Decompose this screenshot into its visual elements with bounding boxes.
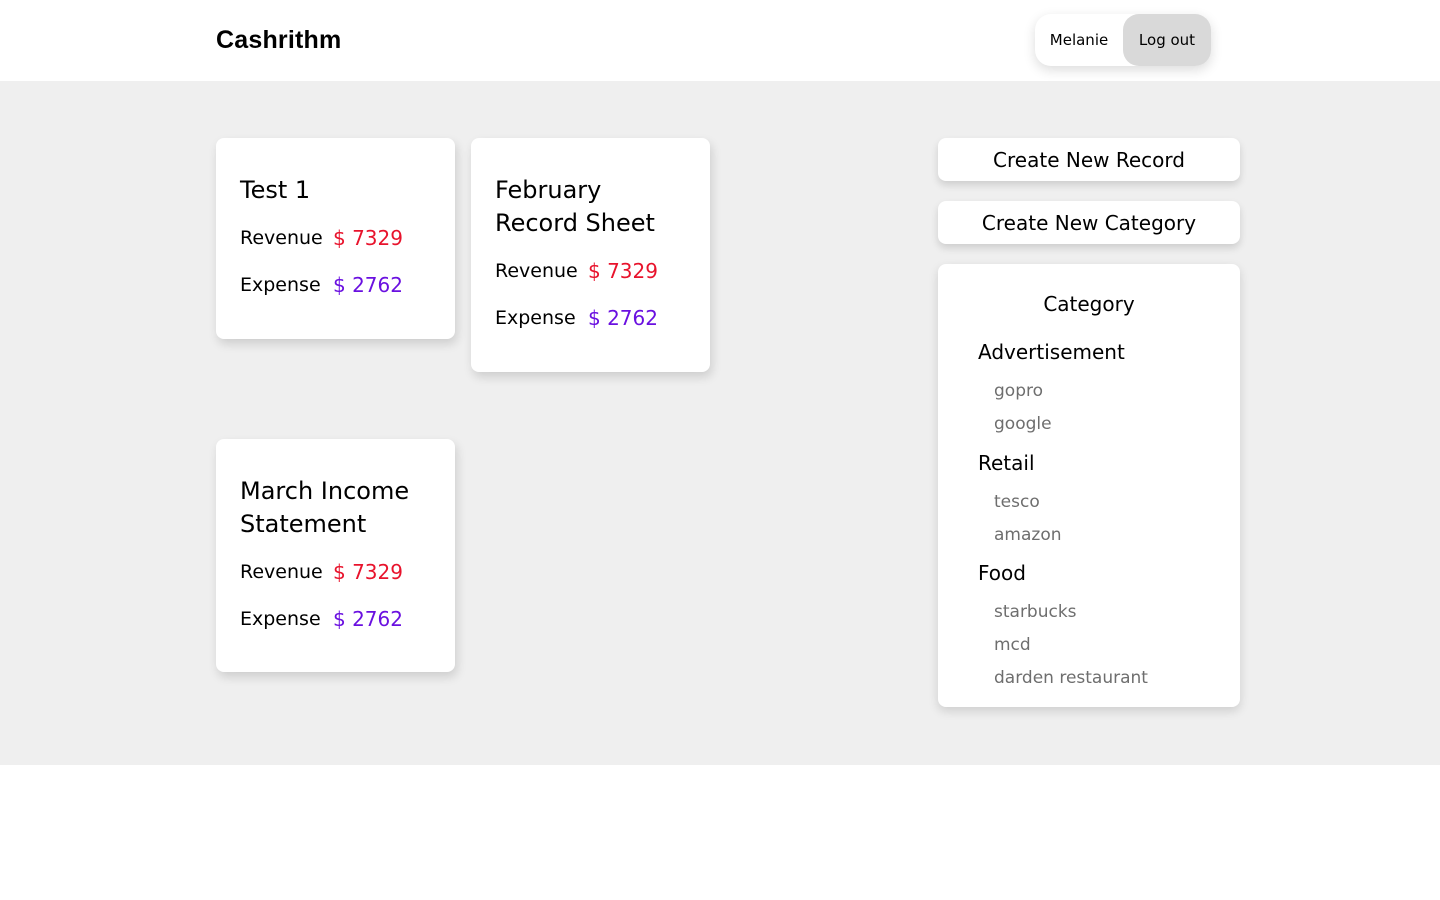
- expense-value: $ 2762: [333, 273, 403, 297]
- record-card[interactable]: March Income Statement Revenue $ 7329 Ex…: [216, 439, 455, 672]
- record-card[interactable]: February Record Sheet Revenue $ 7329 Exp…: [471, 138, 710, 372]
- expense-row: Expense $ 2762: [240, 270, 431, 300]
- revenue-value: $ 7329: [333, 226, 403, 250]
- app-logo[interactable]: Cashrithm: [216, 26, 341, 55]
- record-title: February Record Sheet: [495, 176, 655, 237]
- category-heading: Category: [1043, 292, 1135, 316]
- revenue-label: Revenue: [495, 260, 578, 282]
- record-title: March Income Statement: [240, 477, 410, 538]
- expense-value: $ 2762: [588, 306, 658, 330]
- category-item[interactable]: starbucks: [994, 602, 1077, 622]
- category-group-food[interactable]: Food: [978, 561, 1026, 585]
- category-panel: Category Advertisement gopro google Reta…: [938, 264, 1240, 707]
- expense-label: Expense: [240, 274, 321, 296]
- expense-label: Expense: [240, 608, 321, 630]
- create-category-button[interactable]: Create New Category: [938, 201, 1240, 244]
- category-group-advertisement[interactable]: Advertisement: [978, 340, 1125, 364]
- main-content: Test 1 Revenue $ 7329 Expense $ 2762 Feb…: [0, 81, 1440, 765]
- user-name[interactable]: Melanie: [1035, 14, 1123, 66]
- category-group-retail[interactable]: Retail: [978, 451, 1035, 475]
- expense-row: Expense $ 2762: [240, 604, 431, 634]
- user-menu: Melanie Log out: [1035, 14, 1211, 66]
- revenue-label: Revenue: [240, 561, 323, 583]
- category-item[interactable]: darden restaurant: [994, 668, 1148, 688]
- revenue-row: Revenue $ 7329: [495, 256, 686, 286]
- category-item[interactable]: google: [994, 414, 1052, 434]
- revenue-value: $ 7329: [333, 560, 403, 584]
- expense-row: Expense $ 2762: [495, 303, 686, 333]
- revenue-row: Revenue $ 7329: [240, 223, 431, 253]
- revenue-label: Revenue: [240, 227, 323, 249]
- create-record-button[interactable]: Create New Record: [938, 138, 1240, 181]
- expense-label: Expense: [495, 307, 576, 329]
- app-header: Cashrithm Melanie Log out: [0, 0, 1440, 81]
- record-card[interactable]: Test 1 Revenue $ 7329 Expense $ 2762: [216, 138, 455, 339]
- category-item[interactable]: gopro: [994, 381, 1043, 401]
- category-item[interactable]: tesco: [994, 492, 1040, 512]
- category-item[interactable]: mcd: [994, 635, 1031, 655]
- revenue-value: $ 7329: [588, 259, 658, 283]
- category-item[interactable]: amazon: [994, 525, 1062, 545]
- record-title: Test 1: [240, 176, 311, 204]
- expense-value: $ 2762: [333, 607, 403, 631]
- revenue-row: Revenue $ 7329: [240, 557, 431, 587]
- logout-button[interactable]: Log out: [1123, 14, 1211, 66]
